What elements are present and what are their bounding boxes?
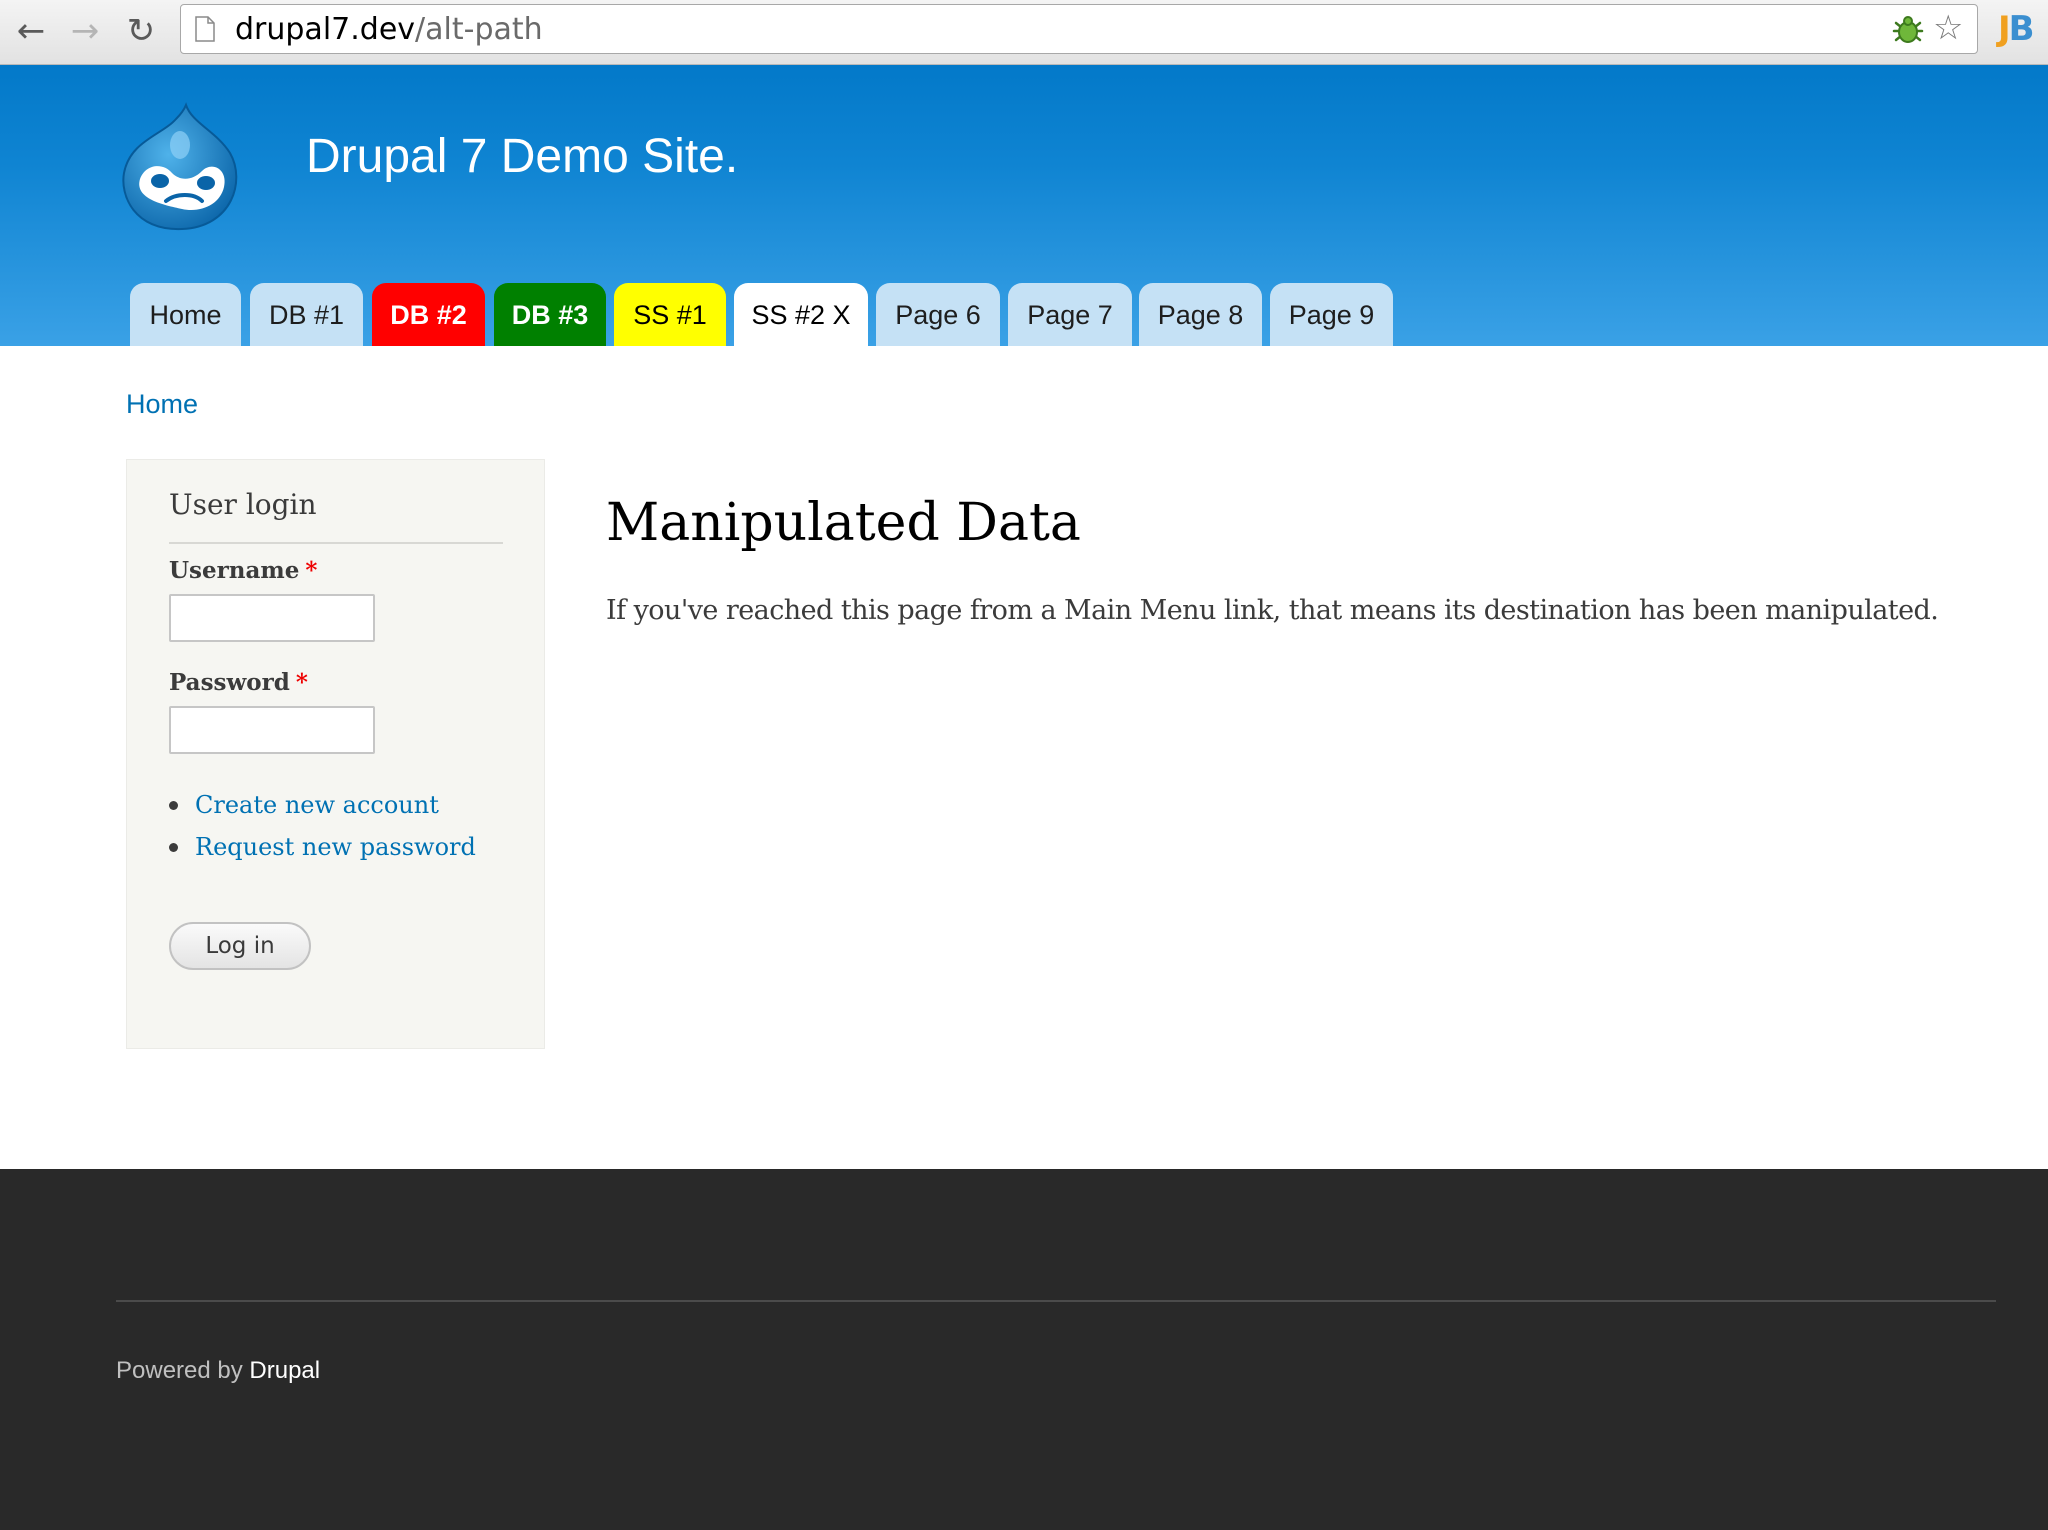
site-header: Drupal 7 Demo Site. Home DB #1 DB #2 DB … (0, 65, 2048, 346)
tab-page-7[interactable]: Page 7 (1008, 283, 1132, 346)
browser-toolbar: ← → ↻ drupal7.dev/alt-path ☆ JB (0, 0, 2048, 65)
request-password-link-text: Request new password (195, 833, 476, 861)
jb-letter-b: B (2008, 9, 2035, 49)
site-name[interactable]: Drupal 7 Demo Site. (306, 127, 738, 187)
powered-by: Powered by Drupal (116, 1355, 320, 1387)
username-label-text: Username (169, 557, 300, 584)
tab-ss-1[interactable]: SS #1 (614, 283, 726, 346)
page-icon (195, 16, 215, 42)
create-account-link-text: Create new account (195, 791, 439, 819)
block-title: User login (169, 486, 503, 544)
username-field[interactable] (169, 594, 375, 642)
url-path: /alt-path (415, 12, 543, 47)
page-body-text: If you've reached this page from a Main … (606, 595, 1939, 626)
tab-db-1[interactable]: DB #1 (250, 283, 363, 346)
jb-extension-icon[interactable]: JB (1998, 8, 2035, 50)
main-menu: Home DB #1 DB #2 DB #3 SS #1 SS #2 X Pag… (0, 283, 2048, 346)
tab-page-6[interactable]: Page 6 (876, 283, 1000, 346)
powered-by-text: Powered by (116, 1357, 250, 1384)
tab-db-3[interactable]: DB #3 (494, 283, 606, 346)
required-marker: * (295, 669, 308, 696)
user-login-block: User login Username * Password * Create ne… (126, 459, 545, 1049)
address-bar[interactable]: drupal7.dev/alt-path ☆ (180, 4, 1978, 54)
bug-icon[interactable] (1891, 15, 1925, 45)
star-icon[interactable]: ☆ (1933, 7, 1963, 49)
footer-divider (116, 1300, 1996, 1302)
forward-arrow-icon[interactable]: → (62, 8, 108, 54)
address-url[interactable]: drupal7.dev/alt-path (235, 11, 543, 49)
password-label: Password * (169, 667, 308, 699)
log-in-button[interactable]: Log in (169, 922, 311, 970)
reload-icon[interactable]: ↻ (118, 8, 164, 54)
drupal-link[interactable]: Drupal (249, 1357, 320, 1384)
breadcrumb-home[interactable]: Home (126, 386, 198, 422)
tab-ss-2-x[interactable]: SS #2 X (734, 283, 868, 346)
bullet (169, 801, 178, 810)
jb-letter-j: J (1998, 9, 2011, 49)
request-password-link[interactable]: Request new password (169, 826, 529, 868)
required-marker: * (305, 557, 318, 584)
username-label: Username * (169, 555, 317, 587)
password-field[interactable] (169, 706, 375, 754)
tab-db-2[interactable]: DB #2 (372, 283, 485, 346)
tab-page-8[interactable]: Page 8 (1139, 283, 1262, 346)
login-links: Create new account Request new password (169, 784, 529, 868)
page-title: Manipulated Data (606, 493, 1081, 553)
tab-home[interactable]: Home (130, 283, 241, 346)
tab-page-9[interactable]: Page 9 (1270, 283, 1393, 346)
back-arrow-icon[interactable]: ← (8, 8, 54, 54)
bullet (169, 843, 178, 852)
site-footer (0, 1169, 2048, 1530)
drupal-drop-logo[interactable] (120, 101, 242, 233)
password-label-text: Password (169, 669, 290, 696)
url-host: drupal7.dev (235, 12, 416, 47)
create-account-link[interactable]: Create new account (169, 784, 529, 826)
